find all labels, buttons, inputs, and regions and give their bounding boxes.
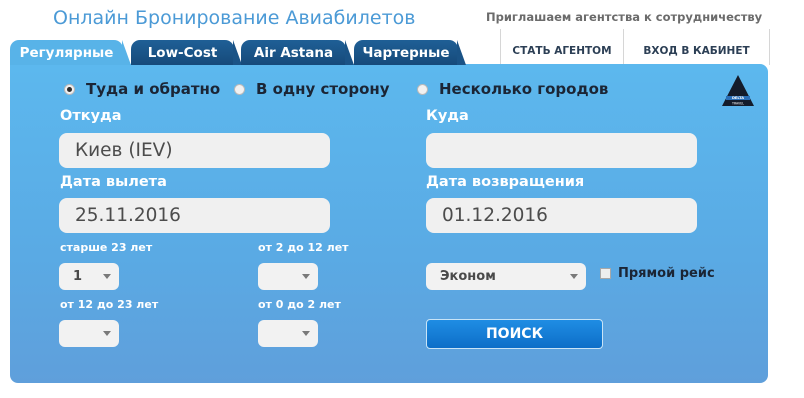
become-agent-link[interactable]: СТАТЬ АГЕНТОМ <box>501 28 623 66</box>
booking-widget: Онлайн Бронирование Авиабилетов Приглаша… <box>0 0 804 398</box>
children-label: от 2 до 12 лет <box>258 241 349 254</box>
login-cabinet-link[interactable]: ВХОД В КАБИНЕТ <box>624 28 769 66</box>
return-date-label: Дата возвращения <box>426 174 585 190</box>
from-label: Откуда <box>60 108 122 124</box>
radio-label: Несколько городов <box>439 80 609 98</box>
chevron-down-icon <box>570 274 578 279</box>
to-input[interactable] <box>426 133 697 168</box>
nav-divider <box>769 29 770 65</box>
direct-flight-label: Прямой рейс <box>618 266 715 281</box>
chevron-down-icon <box>103 274 111 279</box>
infants-label: от 0 до 2 лет <box>258 298 341 311</box>
svg-text:TRAVEL: TRAVEL <box>731 102 744 106</box>
agency-promo-text: Приглашаем агентства к сотрудничеству <box>486 10 763 24</box>
radio-button[interactable] <box>234 83 245 95</box>
radio-button[interactable] <box>64 83 75 95</box>
radio-label: В одну сторону <box>256 80 390 98</box>
depart-date-label: Дата вылета <box>60 174 167 190</box>
select-value: Эконом <box>440 269 496 284</box>
tab-label: Чартерные <box>362 45 450 61</box>
chevron-down-icon <box>302 274 310 279</box>
page-title: Онлайн Бронирование Авиабилетов <box>53 7 416 29</box>
youth-select[interactable] <box>59 320 119 347</box>
adults-select[interactable]: 1 <box>59 263 119 290</box>
search-button[interactable]: ПОИСК <box>426 319 603 349</box>
youth-label: от 12 до 23 лет <box>60 298 159 311</box>
trip-type-multi-city[interactable]: Несколько городов <box>417 80 608 98</box>
tab-charter[interactable]: Чартерные <box>354 40 466 65</box>
cabin-class-select[interactable]: Эконом <box>426 263 586 290</box>
adults-label: старше 23 лет <box>60 241 153 254</box>
from-input[interactable]: Киев (IEV) <box>59 133 330 168</box>
tab-low-cost[interactable]: Low-Cost <box>131 40 242 65</box>
trip-type-one-way[interactable]: В одну сторону <box>234 80 390 98</box>
return-date-input[interactable]: 01.12.2016 <box>426 198 697 233</box>
tab-label: Air Astana <box>253 45 334 61</box>
to-label: Куда <box>426 108 469 124</box>
tab-label: Регулярные <box>19 45 114 61</box>
tab-air-astana[interactable]: Air Astana <box>241 40 354 65</box>
trip-type-round[interactable]: Туда и обратно <box>64 80 220 98</box>
radio-label: Туда и обратно <box>86 80 221 98</box>
children-select[interactable] <box>258 263 318 290</box>
direct-flight-checkbox[interactable] <box>600 268 611 279</box>
chevron-down-icon <box>302 331 310 336</box>
radio-button[interactable] <box>417 83 428 95</box>
top-nav: СТАТЬ АГЕНТОМ ВХОД В КАБИНЕТ <box>500 28 770 66</box>
chevron-down-icon <box>103 331 111 336</box>
delta-travel-logo-icon: DELTA TRAVEL <box>722 75 754 106</box>
depart-date-input[interactable]: 25.11.2016 <box>59 198 330 233</box>
svg-text:DELTA: DELTA <box>732 96 744 100</box>
infants-select[interactable] <box>258 320 318 347</box>
tab-label: Low-Cost <box>147 45 218 61</box>
direct-flight-option[interactable]: Прямой рейс <box>600 266 715 281</box>
select-value: 1 <box>73 269 83 284</box>
tab-regular[interactable]: Регулярные <box>10 40 131 65</box>
